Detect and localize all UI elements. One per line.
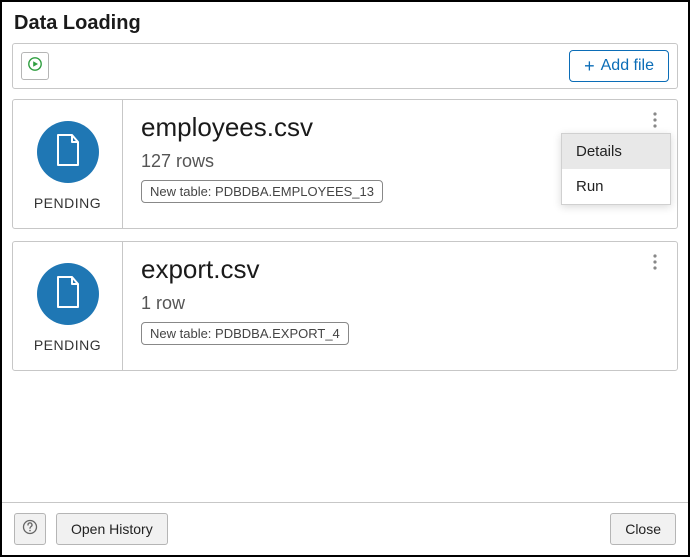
status-label: PENDING <box>34 195 101 211</box>
open-history-button[interactable]: Open History <box>56 513 168 545</box>
file-card-body: export.csv 1 row New table: PDBDBA.EXPOR… <box>123 242 677 370</box>
file-name: export.csv <box>141 254 659 285</box>
row-count: 1 row <box>141 293 659 314</box>
add-file-button[interactable]: + Add file <box>569 50 669 82</box>
status-circle <box>37 121 99 183</box>
menu-item-run[interactable]: Run <box>562 169 670 204</box>
toolbar: + Add file <box>12 43 678 89</box>
file-card: PENDING employees.csv 127 rows New table… <box>12 99 678 229</box>
file-card: PENDING export.csv 1 row New table: PDBD… <box>12 241 678 371</box>
play-icon <box>28 57 42 76</box>
data-loading-dialog: Data Loading + Add file <box>0 0 690 557</box>
add-file-label: Add file <box>601 57 654 75</box>
close-button[interactable]: Close <box>610 513 676 545</box>
dialog-footer: Open History Close <box>2 502 688 555</box>
file-status-panel: PENDING <box>13 242 123 370</box>
file-status-panel: PENDING <box>13 100 123 228</box>
target-table-chip: New table: PDBDBA.EMPLOYEES_13 <box>141 180 383 203</box>
file-cards-area: PENDING employees.csv 127 rows New table… <box>2 89 688 502</box>
card-menu-button[interactable] <box>643 110 667 134</box>
card-context-menu: Details Run <box>561 133 671 205</box>
help-icon <box>22 519 38 540</box>
status-label: PENDING <box>34 337 101 353</box>
target-table-chip: New table: PDBDBA.EXPORT_4 <box>141 322 349 345</box>
kebab-icon <box>653 254 657 275</box>
card-menu-button[interactable] <box>643 252 667 276</box>
menu-item-details[interactable]: Details <box>562 134 670 169</box>
help-button[interactable] <box>14 513 46 545</box>
run-all-button[interactable] <box>21 52 49 80</box>
file-icon <box>54 133 82 172</box>
plus-icon: + <box>584 57 595 75</box>
file-icon <box>54 275 82 314</box>
dialog-title: Data Loading <box>2 2 688 43</box>
status-circle <box>37 263 99 325</box>
kebab-icon <box>653 112 657 133</box>
